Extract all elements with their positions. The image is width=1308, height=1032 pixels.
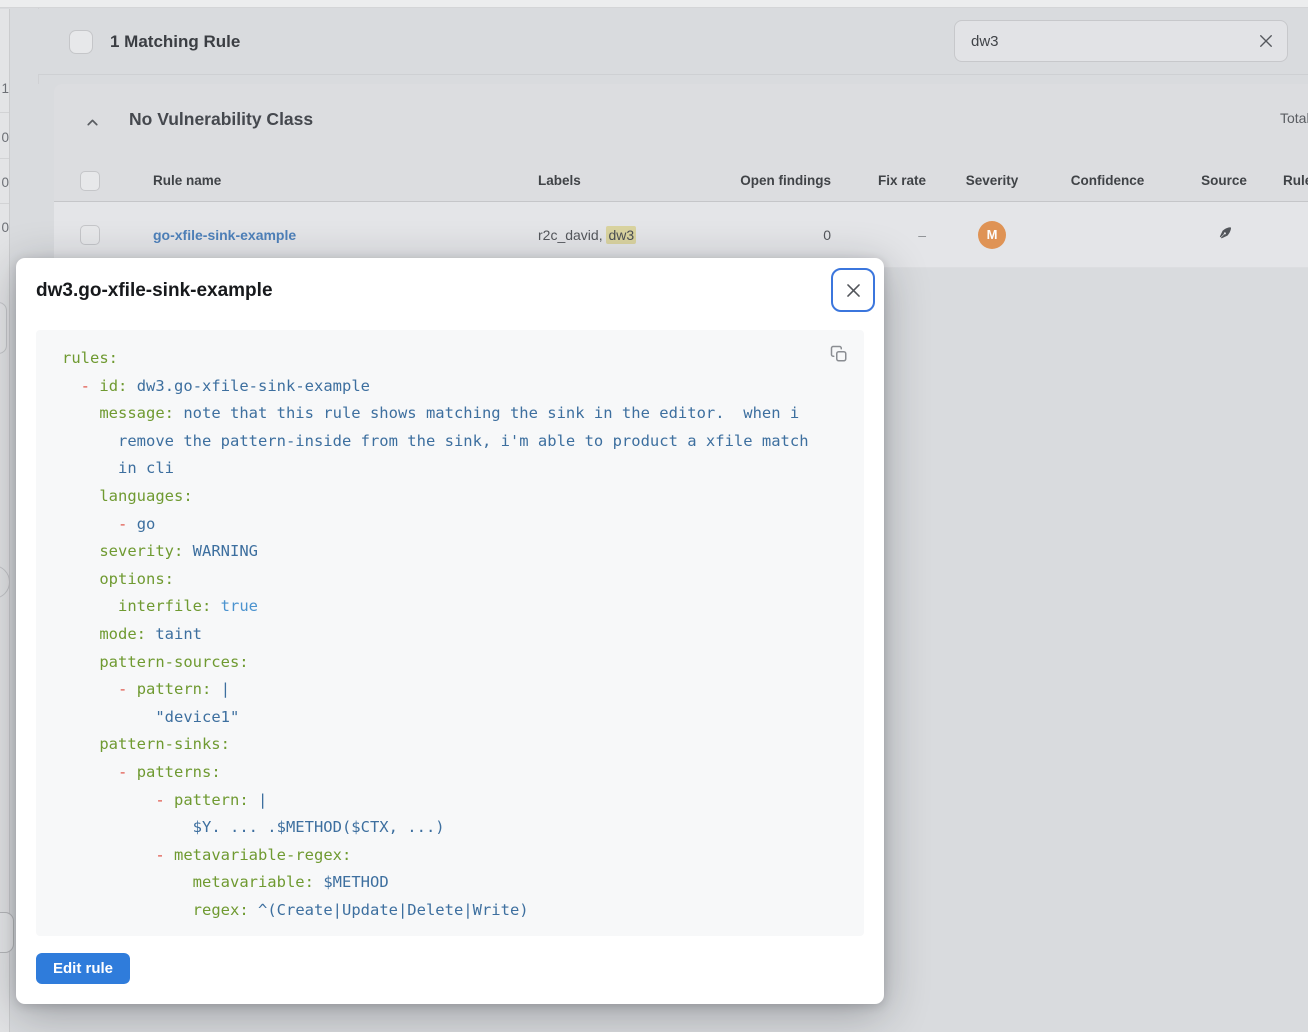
pen-nib-icon (1216, 225, 1233, 242)
filter-count: 0 (0, 130, 9, 145)
chevron-up-icon (84, 114, 101, 131)
page-top-strip (0, 0, 1308, 8)
column-header-confidence[interactable]: Confidence (1050, 173, 1165, 188)
column-header-open-findings[interactable]: Open findings (700, 173, 839, 188)
column-header-rule-name[interactable]: Rule name (127, 173, 512, 188)
divider (0, 203, 9, 204)
filter-count: 0 (0, 220, 9, 235)
row-checkbox[interactable] (80, 225, 100, 245)
edit-rule-button[interactable]: Edit rule (36, 953, 130, 984)
divider (0, 112, 9, 113)
filter-sidebar-sliver: 1 0 0 0 (0, 9, 10, 1032)
rule-labels: r2c_david, dw3 (512, 227, 700, 243)
label-text: r2c_david, (538, 227, 606, 243)
select-all-checkbox[interactable] (69, 30, 93, 54)
copy-code-button[interactable] (828, 343, 850, 365)
vulnerability-class-section: No Vulnerability Class Total Rule name L… (54, 84, 1308, 268)
rule-detail-modal: dw3.go-xfile-sink-example rules: - id: d… (16, 258, 884, 1004)
rules-toolbar: 1 Matching Rule (38, 9, 1308, 75)
open-findings-value: 0 (700, 227, 839, 243)
close-icon (844, 281, 863, 300)
collapse-section-button[interactable] (78, 108, 106, 136)
section-title: No Vulnerability Class (129, 109, 313, 130)
matching-rules-count: 1 Matching Rule (110, 32, 240, 52)
source-cell (1165, 225, 1283, 245)
rule-search (954, 20, 1288, 62)
divider (0, 158, 9, 159)
column-header-severity[interactable]: Severity (934, 173, 1050, 188)
filter-count: 1 (0, 81, 9, 96)
fix-rate-value: – (839, 227, 934, 243)
cut-off-circle (0, 565, 10, 599)
modal-title: dw3.go-xfile-sink-example (36, 280, 273, 302)
rule-yaml-viewer: rules: - id: dw3.go-xfile-sink-example m… (36, 330, 864, 936)
section-header: No Vulnerability Class Total (54, 84, 1308, 160)
column-header-labels[interactable]: Labels (512, 173, 700, 188)
total-label: Total (1280, 110, 1308, 126)
cut-off-panel (0, 302, 7, 354)
column-header-rule[interactable]: Rule (1283, 173, 1308, 188)
table-header-row: Rule name Labels Open findings Fix rate … (54, 160, 1308, 202)
select-group-checkbox[interactable] (80, 171, 100, 191)
cut-off-button (0, 912, 14, 953)
copy-icon (830, 345, 848, 363)
close-button[interactable] (831, 268, 875, 312)
filter-count: 0 (0, 175, 9, 190)
rule-yaml-code[interactable]: rules: - id: dw3.go-xfile-sink-example m… (62, 345, 838, 924)
search-input[interactable] (954, 20, 1288, 62)
rule-name-link[interactable]: go-xfile-sink-example (153, 227, 296, 243)
clear-search-icon[interactable] (1256, 31, 1276, 51)
label-highlight: dw3 (606, 226, 636, 244)
severity-badge: M (978, 221, 1006, 249)
column-header-source[interactable]: Source (1165, 173, 1283, 188)
column-header-fix-rate[interactable]: Fix rate (839, 173, 934, 188)
